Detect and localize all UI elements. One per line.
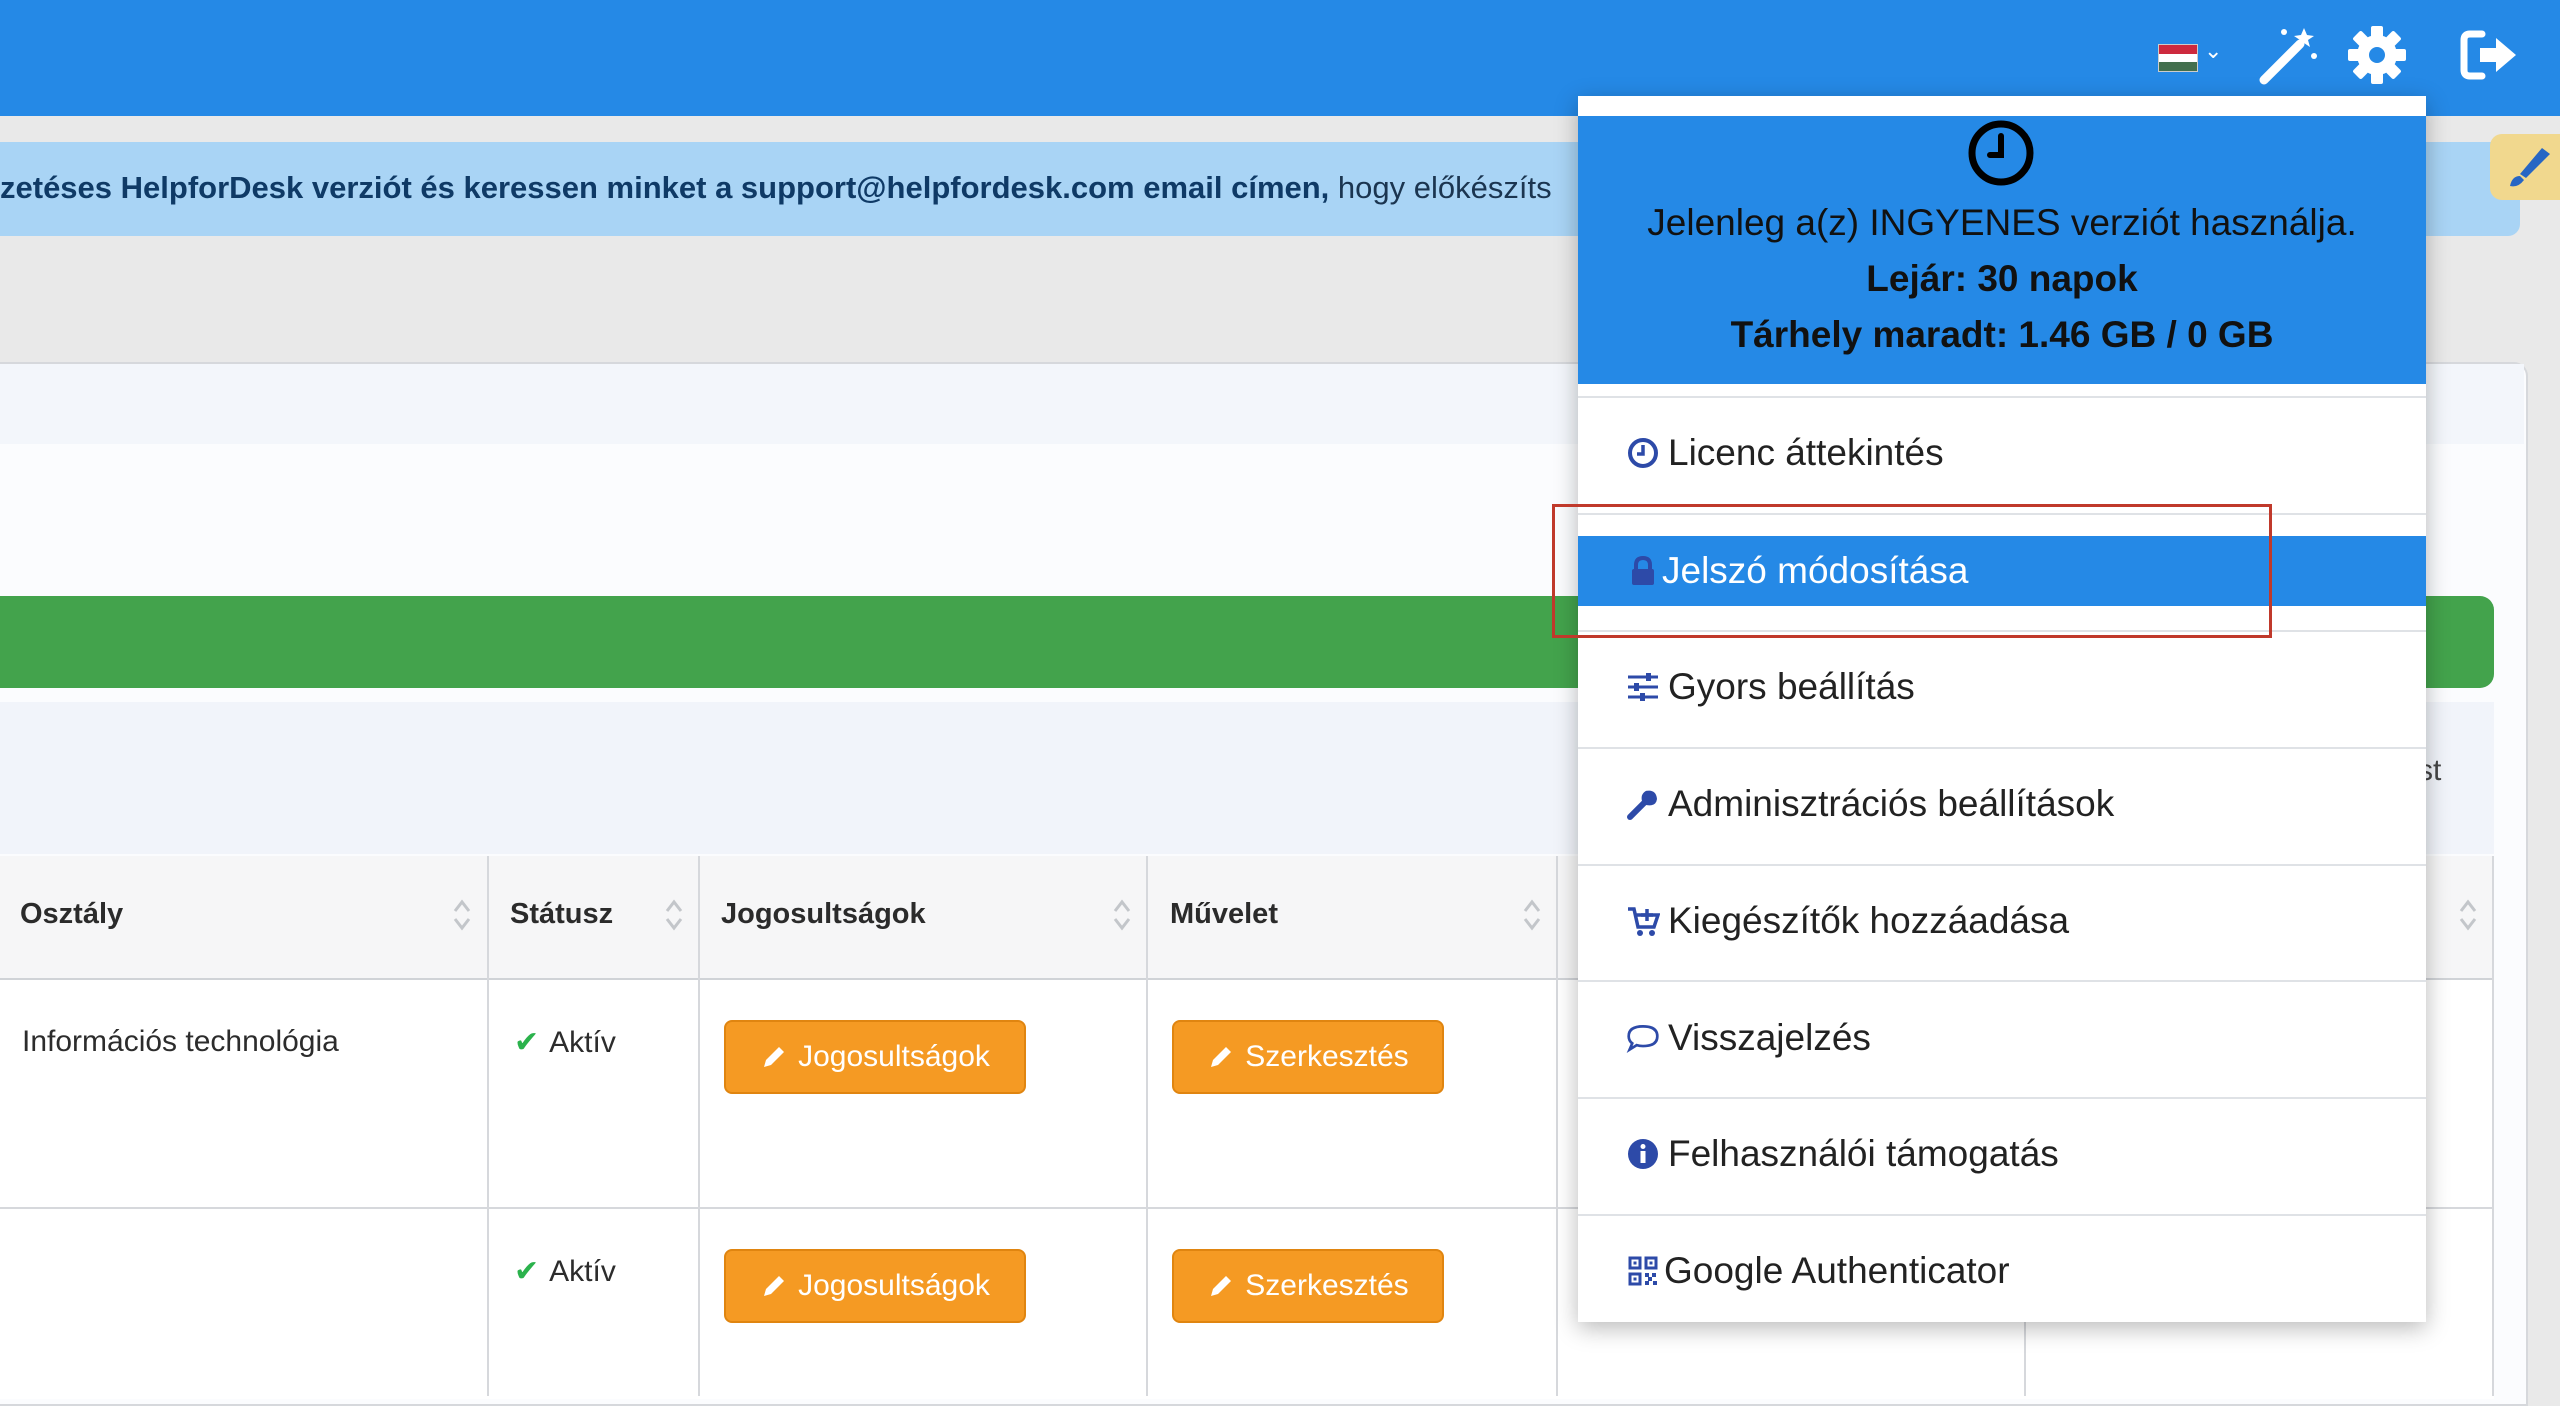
menu-item-license-overview[interactable]: Licenc áttekintés	[1578, 418, 2426, 488]
department-cell: Információs technológia	[22, 1025, 339, 1058]
column-divider	[1146, 856, 1148, 1396]
info-icon	[1628, 1139, 1658, 1169]
pencil-icon	[1211, 1047, 1232, 1067]
menu-item-label: Felhasználói támogatás	[1668, 1133, 2059, 1174]
menu-item-label: Visszajelzés	[1668, 1017, 1871, 1058]
column-header-status[interactable]: Státusz	[510, 898, 613, 931]
menu-item-add-extensions[interactable]: Kiegészítők hozzáadása	[1578, 886, 2426, 956]
clock-icon	[1968, 120, 2034, 186]
menu-item-quick-setup[interactable]: Gyors beállítás	[1578, 652, 2426, 722]
permissions-button-label: Jogosultságok	[798, 1040, 990, 1073]
license-expiry-text: Lejár: 30 napok	[1866, 258, 2138, 299]
sliders-icon	[1628, 673, 1658, 701]
announcement-normal-text: hogy előkészíts	[1329, 170, 1552, 205]
column-header-action[interactable]: Művelet	[1170, 898, 1278, 931]
sort-icon[interactable]	[664, 896, 684, 934]
menu-divider	[1578, 1214, 2426, 1216]
menu-item-label: Kiegészítők hozzáadása	[1668, 900, 2070, 941]
edit-button-label: Szerkesztés	[1245, 1269, 1409, 1302]
menu-divider	[1578, 980, 2426, 982]
chevron-down-icon[interactable]: ⌄	[2204, 38, 2222, 64]
menu-item-label: Gyors beállítás	[1668, 666, 1915, 707]
status-cell: ✔ Aktív	[514, 1254, 616, 1289]
menu-item-feedback[interactable]: Visszajelzés	[1578, 1003, 2426, 1073]
storage-remaining-text: Tárhely maradt: 1.46 GB / 0 GB	[1730, 314, 2274, 355]
menu-item-user-support[interactable]: Felhasználói támogatás	[1578, 1119, 2426, 1189]
comment-icon	[1626, 1025, 1659, 1054]
announcement-text: zetéses HelpforDesk verziót és keressen …	[0, 170, 1552, 206]
edit-button[interactable]: Szerkesztés	[1172, 1249, 1444, 1323]
column-header-permissions[interactable]: Jogosultságok	[721, 898, 926, 931]
menu-divider	[1578, 747, 2426, 749]
edit-button-label: Szerkesztés	[1245, 1040, 1409, 1073]
edit-button[interactable]: Szerkesztés	[1172, 1020, 1444, 1094]
column-divider	[698, 856, 700, 1396]
highlight-annotation	[1552, 504, 2272, 638]
license-version-text: Jelenleg a(z) INGYENES verziót használja…	[1647, 202, 2357, 243]
permissions-button-label: Jogosultságok	[798, 1269, 990, 1302]
sort-icon[interactable]	[2458, 896, 2478, 934]
menu-divider	[1578, 1097, 2426, 1099]
menu-item-google-authenticator[interactable]: Google Authenticator	[1578, 1236, 2426, 1306]
paint-brush-icon	[2510, 148, 2550, 187]
pencil-icon	[764, 1276, 785, 1296]
column-header-department[interactable]: Osztály	[20, 898, 123, 931]
menu-item-label: Licenc áttekintés	[1668, 432, 1944, 473]
column-divider	[1556, 856, 1558, 1396]
sort-icon[interactable]	[1522, 896, 1542, 934]
qrcode-icon	[1628, 1256, 1658, 1286]
check-icon: ✔	[514, 1026, 540, 1059]
column-divider	[487, 856, 489, 1396]
wrench-icon	[1627, 790, 1657, 820]
magic-wand-icon[interactable]	[2254, 22, 2320, 88]
status-label: Aktív	[549, 1026, 616, 1059]
menu-item-label: Adminisztrációs beállítások	[1668, 783, 2115, 824]
check-icon: ✔	[514, 1255, 540, 1288]
status-label: Aktív	[549, 1255, 616, 1288]
menu-divider	[1578, 396, 2426, 398]
column-divider	[2492, 856, 2494, 1396]
permissions-button[interactable]: Jogosultságok	[724, 1249, 1026, 1323]
status-cell: ✔ Aktív	[514, 1025, 616, 1060]
gear-icon[interactable]	[2344, 22, 2410, 88]
menu-divider	[1578, 864, 2426, 866]
pencil-icon	[764, 1047, 785, 1067]
menu-item-label: Google Authenticator	[1664, 1250, 2010, 1291]
pencil-icon	[1211, 1276, 1232, 1296]
clock-icon	[1628, 438, 1658, 468]
theme-paint-tab[interactable]	[2490, 134, 2560, 200]
permissions-button[interactable]: Jogosultságok	[724, 1020, 1026, 1094]
logout-icon[interactable]	[2456, 22, 2522, 88]
menu-item-admin-settings[interactable]: Adminisztrációs beállítások	[1578, 769, 2426, 839]
announcement-bold-text: zetéses HelpforDesk verziót és keressen …	[0, 170, 1330, 205]
sort-icon[interactable]	[452, 896, 472, 934]
language-flag-icon[interactable]	[2158, 44, 2198, 72]
cart-plus-icon	[1628, 907, 1660, 936]
sort-icon[interactable]	[1112, 896, 1132, 934]
